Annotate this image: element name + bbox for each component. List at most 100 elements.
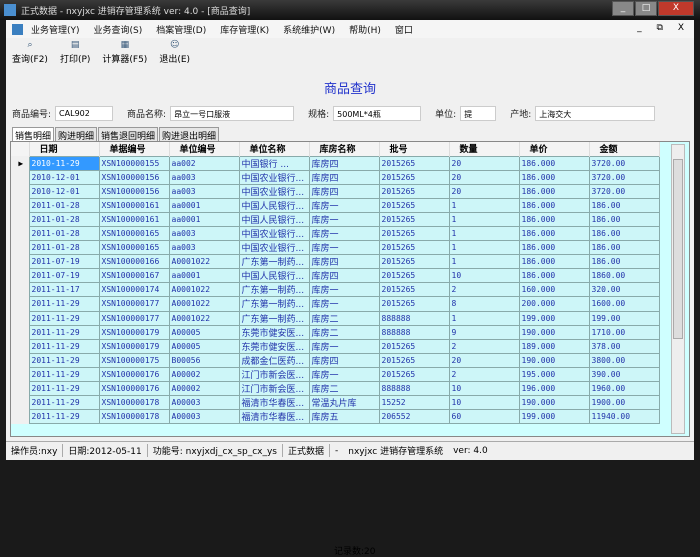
table-cell[interactable]: 186.00 — [588, 225, 660, 242]
table-cell[interactable]: 2011-11-29 — [28, 409, 100, 425]
table-cell[interactable]: 2015265 — [378, 366, 450, 383]
table-cell[interactable]: 1600.00 — [588, 296, 660, 312]
table-cell[interactable]: 成都金仁医药... — [238, 352, 310, 368]
table-cell[interactable]: 库房四 — [308, 352, 380, 368]
table-row[interactable]: 2011-01-28 XSN100000161 aa0001 中国人民银行... 库房一… — [11, 197, 660, 213]
table-cell[interactable]: 20 — [448, 155, 520, 171]
table-cell[interactable]: A00003 — [168, 409, 240, 425]
table-cell[interactable]: 3720.00 — [588, 169, 660, 185]
table-cell[interactable]: 378.00 — [588, 338, 660, 354]
table-cell[interactable]: 186.000 — [518, 155, 590, 171]
table-cell[interactable]: 11940.00 — [588, 409, 660, 425]
table-cell[interactable]: 库房一 — [308, 211, 380, 227]
table-cell[interactable]: 10 — [448, 380, 520, 397]
table-cell[interactable]: 中国人民银行... — [238, 268, 310, 284]
column-header[interactable]: 金额 — [589, 142, 660, 156]
table-cell[interactable]: 8 — [448, 296, 520, 312]
table-cell[interactable]: 2011-11-29 — [28, 310, 100, 326]
table-row[interactable]: 2011-01-28 XSN100000165 aa003 中国农业银行... 库房一 2… — [11, 225, 660, 242]
table-cell[interactable]: 2015265 — [378, 169, 450, 185]
table-cell[interactable]: 库房二 — [308, 380, 380, 397]
scroll-thumb[interactable] — [673, 159, 683, 339]
table-cell[interactable]: 2015265 — [378, 225, 450, 242]
table-cell[interactable]: 2015265 — [378, 254, 450, 270]
table-cell[interactable]: 2015265 — [378, 240, 450, 256]
table-row[interactable]: 2011-01-28 XSN100000161 aa0001 中国人民银行... 库房一… — [11, 211, 660, 227]
table-cell[interactable]: A0001022 — [168, 282, 240, 298]
table-cell[interactable]: 2015265 — [378, 352, 450, 368]
table-cell[interactable]: 1 — [448, 310, 520, 326]
table-row[interactable]: 2011-07-19 XSN100000166 A0001022 广东第一制药... 库… — [11, 254, 660, 270]
table-row[interactable]: 2011-11-29 XSN100000176 A00002 江门市新会医... 库房一… — [11, 366, 660, 383]
menu-query[interactable]: 业务查询(S) — [94, 23, 143, 36]
table-cell[interactable]: 2015265 — [378, 183, 450, 199]
table-cell[interactable]: 2011-11-29 — [28, 395, 100, 411]
table-cell[interactable]: 190.000 — [518, 324, 590, 340]
table-cell[interactable]: XSN100000155 — [98, 155, 170, 171]
table-cell[interactable]: 1 — [448, 197, 520, 213]
table-cell[interactable]: XSN100000161 — [98, 197, 170, 213]
table-cell[interactable]: 2 — [448, 338, 520, 354]
table-cell[interactable]: 206552 — [378, 409, 450, 425]
table-cell[interactable]: 中国农业银行... — [238, 240, 310, 256]
table-cell[interactable]: 186.000 — [518, 240, 590, 256]
table-cell[interactable]: 1 — [448, 225, 520, 242]
table-cell[interactable]: 190.000 — [518, 395, 590, 411]
table-cell[interactable]: 库房一 — [308, 296, 380, 312]
table-cell[interactable]: 2015265 — [378, 282, 450, 298]
table-cell[interactable]: 390.00 — [588, 366, 660, 383]
table-cell[interactable]: 2010-11-29 — [28, 155, 100, 171]
table-row[interactable]: 2011-01-28 XSN100000165 aa003 中国农业银行... 库房一 2… — [11, 240, 660, 256]
table-cell[interactable]: 库房二 — [308, 310, 380, 326]
table-cell[interactable]: 2015265 — [378, 211, 450, 227]
column-header[interactable]: 单据编号 — [99, 142, 170, 156]
table-cell[interactable]: 2 — [448, 366, 520, 383]
table-cell[interactable]: 2011-11-29 — [28, 366, 100, 383]
table-cell[interactable]: 广东第一制药... — [238, 254, 310, 270]
table-row[interactable]: 2011-11-29 XSN100000177 A0001022 广东第一制药... 库… — [11, 296, 660, 312]
table-cell[interactable]: 2011-11-29 — [28, 352, 100, 368]
table-cell[interactable]: 3720.00 — [588, 155, 660, 171]
table-cell[interactable]: 库房一 — [308, 366, 380, 383]
maximize-button[interactable]: □ — [635, 1, 657, 16]
table-cell[interactable]: 库房一 — [308, 225, 380, 242]
query-button[interactable]: ⌕ 查询(F2) — [12, 38, 48, 68]
menu-window[interactable]: 窗口 — [395, 23, 413, 36]
table-cell[interactable]: 1 — [448, 240, 520, 256]
table-cell[interactable]: 福清市华春医... — [238, 395, 310, 411]
menu-help[interactable]: 帮助(H) — [349, 23, 381, 36]
table-cell[interactable]: 1 — [448, 254, 520, 270]
table-cell[interactable]: 广东第一制药... — [238, 296, 310, 312]
table-cell[interactable]: aa003 — [168, 183, 240, 199]
table-cell[interactable]: 60 — [448, 409, 520, 425]
table-cell[interactable]: 库房二 — [308, 324, 380, 340]
table-cell[interactable]: aa003 — [168, 240, 240, 256]
table-cell[interactable]: aa0001 — [168, 197, 240, 213]
table-cell[interactable]: 186.00 — [588, 240, 660, 256]
table-cell[interactable]: A0001022 — [168, 310, 240, 326]
table-cell[interactable]: 9 — [448, 324, 520, 340]
table-cell[interactable]: 200.000 — [518, 296, 590, 312]
column-header[interactable]: 库房名称 — [309, 142, 380, 156]
table-cell[interactable]: 2011-07-19 — [28, 254, 100, 270]
table-cell[interactable]: XSN100000167 — [98, 268, 170, 284]
table-cell[interactable]: XSN100000177 — [98, 296, 170, 312]
table-cell[interactable]: XSN100000165 — [98, 240, 170, 256]
menu-system[interactable]: 系统维护(W) — [283, 23, 335, 36]
table-cell[interactable]: 20 — [448, 352, 520, 368]
table-cell[interactable]: A0001022 — [168, 296, 240, 312]
table-cell[interactable]: 2011-11-29 — [28, 324, 100, 340]
table-cell[interactable]: 1 — [448, 211, 520, 227]
table-cell[interactable]: A00003 — [168, 395, 240, 411]
table-cell[interactable]: 20 — [448, 183, 520, 199]
table-cell[interactable]: 2010-12-01 — [28, 169, 100, 185]
table-cell[interactable]: 888888 — [378, 324, 450, 340]
table-cell[interactable]: 2011-07-19 — [28, 268, 100, 284]
table-cell[interactable]: A0001022 — [168, 254, 240, 270]
column-header[interactable]: 单价 — [519, 142, 590, 156]
table-cell[interactable]: 1860.00 — [588, 268, 660, 284]
table-cell[interactable]: 中国银行 ... — [238, 155, 310, 171]
table-cell[interactable]: 东莞市健安医... — [238, 338, 310, 354]
menu-business[interactable]: 业务管理(Y) — [31, 23, 80, 36]
table-cell[interactable]: 160.000 — [518, 282, 590, 298]
